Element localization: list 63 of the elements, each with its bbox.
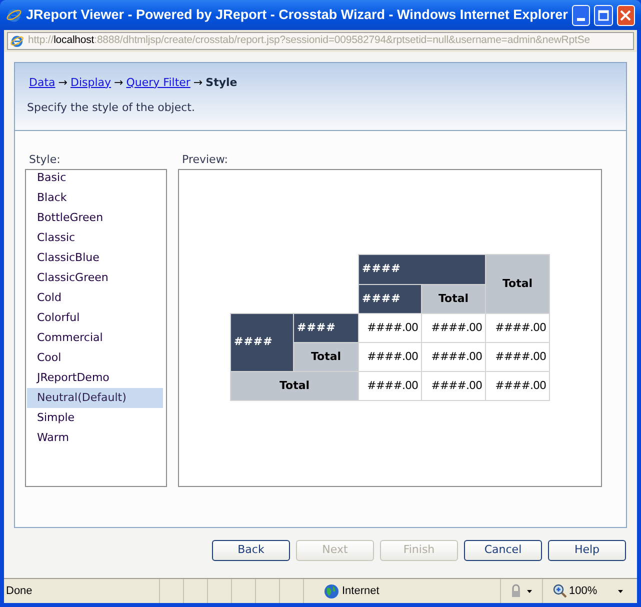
close-icon [620, 10, 632, 20]
header-cell: #### [294, 314, 358, 342]
zoom-icon [553, 584, 567, 598]
total-cell: Total [230, 372, 358, 400]
value-cell: ####.00 [486, 314, 550, 342]
dialog-button[interactable]: Cancel [464, 540, 542, 561]
value-cell: ####.00 [486, 372, 550, 400]
arrow-separator: → [193, 74, 203, 91]
style-item[interactable]: ClassicGreen [27, 268, 163, 288]
total-cell: Total [294, 342, 358, 372]
total-cell: Total [422, 284, 486, 314]
dialog-button[interactable]: Back [212, 540, 290, 561]
style-item[interactable]: BottleGreen [27, 208, 163, 228]
close-button[interactable] [616, 4, 635, 26]
value-cell: ####.00 [422, 372, 486, 400]
lock-icon [509, 584, 523, 598]
arrow-separator: → [114, 74, 124, 91]
maximize-button[interactable] [594, 4, 613, 26]
globe-icon [324, 584, 339, 598]
style-label: Style: [28, 152, 62, 168]
breadcrumb-link[interactable]: Query Filter [126, 74, 190, 92]
style-item[interactable]: Simple [27, 408, 163, 428]
browser-logo-icon [6, 7, 22, 23]
style-item[interactable]: Warm [27, 428, 163, 448]
style-item[interactable]: JReportDemo [27, 368, 163, 388]
style-item[interactable]: Basic [27, 168, 163, 188]
maximize-icon [598, 10, 609, 20]
style-item[interactable]: Cold [27, 288, 163, 308]
address-field[interactable]: http://localhost:8888/dhtmljsp/create/crosstab/report.jsp?sessionid=009582794&rptsetid=null&username=admin&newRptSe [7, 32, 634, 50]
value-cell: ####.00 [358, 342, 422, 372]
zone-text: Internet [342, 584, 380, 599]
style-item[interactable]: ClassicBlue [27, 248, 163, 268]
caret-icon[interactable] [527, 590, 532, 592]
status-text: Done [5, 584, 34, 599]
value-cell: ####.00 [358, 314, 422, 342]
arrow-separator: → [58, 74, 68, 91]
breadcrumb-link[interactable]: Data [29, 74, 56, 92]
header-cell: #### [358, 254, 486, 284]
style-item[interactable]: Cool [27, 348, 163, 368]
value-cell: ####.00 [486, 342, 550, 372]
value-cell: ####.00 [422, 342, 486, 372]
header-cell: #### [230, 314, 294, 372]
minimize-button[interactable] [572, 4, 590, 26]
address-url: http://localhost:8888/dhtmljsp/create/crosstab/report.jsp?sessionid=009582794&rptsetid=null&username=admin&newRptSe [28, 33, 590, 48]
header-cell: #### [358, 284, 422, 314]
style-item[interactable]: Black [27, 188, 163, 208]
description-text: Specify the style of the object. [27, 100, 196, 116]
preview-label: Preview: [181, 152, 229, 168]
style-item[interactable]: Colorful [27, 308, 163, 328]
minimize-icon [577, 18, 586, 20]
style-item[interactable]: Commercial [27, 328, 163, 348]
window-title: JReport Viewer - Powered by JReport - Crosstab Wizard - Windows Internet Explorer [26, 6, 568, 24]
value-cell: ####.00 [358, 372, 422, 400]
breadcrumb-current: Style [206, 74, 238, 91]
value-cell: ####.00 [422, 314, 486, 342]
caret-icon[interactable] [618, 590, 623, 592]
zoom-level[interactable]: 100% [569, 582, 598, 600]
style-item[interactable]: Classic [27, 228, 163, 248]
browser-logo-icon [10, 34, 24, 48]
breadcrumb-link[interactable]: Display [70, 74, 112, 92]
style-item[interactable]: Neutral(Default) [27, 388, 163, 408]
total-cell: Total [486, 254, 550, 314]
dialog-button[interactable]: Help [548, 540, 626, 561]
